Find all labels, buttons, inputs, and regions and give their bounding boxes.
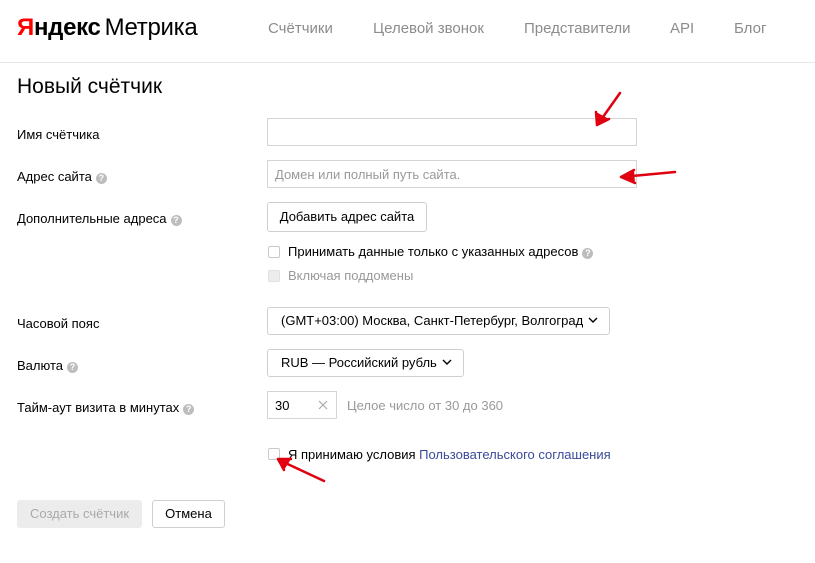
timezone-label: Часовой пояс <box>17 316 99 332</box>
accept-terms-label: Я принимаю условия Пользовательского сог… <box>288 447 611 463</box>
clear-icon[interactable] <box>318 400 328 410</box>
visit-timeout-value: 30 <box>275 398 290 413</box>
currency-label-text: Валюта <box>17 358 63 373</box>
visit-timeout-hint: Целое число от 30 до 360 <box>347 398 504 413</box>
nav-representatives[interactable]: Представители <box>524 19 630 39</box>
counter-name-label: Имя счётчика <box>17 127 99 143</box>
logo-metrika: Метрика <box>104 14 198 41</box>
visit-timeout-label: Тайм-аут визита в минутах? <box>17 400 195 416</box>
currency-select[interactable]: RUB — Российский рубль <box>267 349 464 377</box>
nav-counters[interactable]: Счётчики <box>268 19 333 39</box>
timezone-value: (GMT+03:00) Москва, Санкт-Петербург, Вол… <box>281 313 584 328</box>
nav-blog[interactable]: Блог <box>734 19 766 39</box>
only-listed-addresses-checkbox[interactable] <box>268 246 280 258</box>
only-listed-addresses-text: Принимать данные только с указанных адре… <box>288 244 579 259</box>
timezone-label-text: Часовой пояс <box>17 316 100 331</box>
chevron-down-icon <box>588 317 598 323</box>
yandex-metrika-logo[interactable]: Яндекс Метрика <box>17 13 198 43</box>
user-agreement-link[interactable]: Пользовательского соглашения <box>419 447 611 462</box>
counter-name-input[interactable] <box>267 118 637 146</box>
help-icon[interactable]: ? <box>67 362 78 373</box>
extra-addresses-label-text: Дополнительные адреса <box>17 211 167 226</box>
counter-name-label-text: Имя счётчика <box>17 127 100 142</box>
site-address-label: Адрес сайта? <box>17 169 107 185</box>
nav-target-call[interactable]: Целевой звонок <box>373 19 484 39</box>
help-icon[interactable]: ? <box>582 248 594 259</box>
currency-label: Валюта? <box>17 358 78 374</box>
chevron-down-icon <box>442 359 452 365</box>
logo-yandex-rest: ндекс <box>33 14 101 41</box>
include-subdomains-label: Включая поддомены <box>288 268 414 283</box>
logo-yandex: Яндекс <box>17 14 101 41</box>
create-counter-button[interactable]: Создать счётчик <box>17 500 142 528</box>
currency-value: RUB — Российский рубль <box>281 355 437 370</box>
include-subdomains-checkbox[interactable] <box>268 270 280 282</box>
visit-timeout-input[interactable]: 30 <box>267 391 337 419</box>
top-header: Яндекс Метрика Счётчики Целевой звонок Пр… <box>0 0 815 63</box>
help-icon[interactable]: ? <box>170 215 182 226</box>
logo-yandex-first-letter: Я <box>17 14 34 41</box>
page-title: Новый счётчик <box>17 75 163 98</box>
help-icon[interactable]: ? <box>95 173 107 184</box>
add-site-address-button[interactable]: Добавить адрес сайта <box>267 202 427 232</box>
nav-api[interactable]: API <box>670 19 694 39</box>
accept-terms-checkbox[interactable] <box>268 448 280 460</box>
only-listed-addresses-label: Принимать данные только с указанных адре… <box>288 244 594 260</box>
visit-timeout-label-text: Тайм-аут визита в минутах <box>17 400 180 415</box>
cancel-button[interactable]: Отмена <box>152 500 225 528</box>
timezone-select[interactable]: (GMT+03:00) Москва, Санкт-Петербург, Вол… <box>267 307 610 335</box>
accept-terms-text: Я принимаю условия <box>288 447 420 462</box>
extra-addresses-label: Дополнительные адреса? <box>17 211 182 227</box>
site-address-input[interactable] <box>267 160 637 188</box>
help-icon[interactable]: ? <box>183 404 195 415</box>
site-address-label-text: Адрес сайта <box>17 169 92 184</box>
